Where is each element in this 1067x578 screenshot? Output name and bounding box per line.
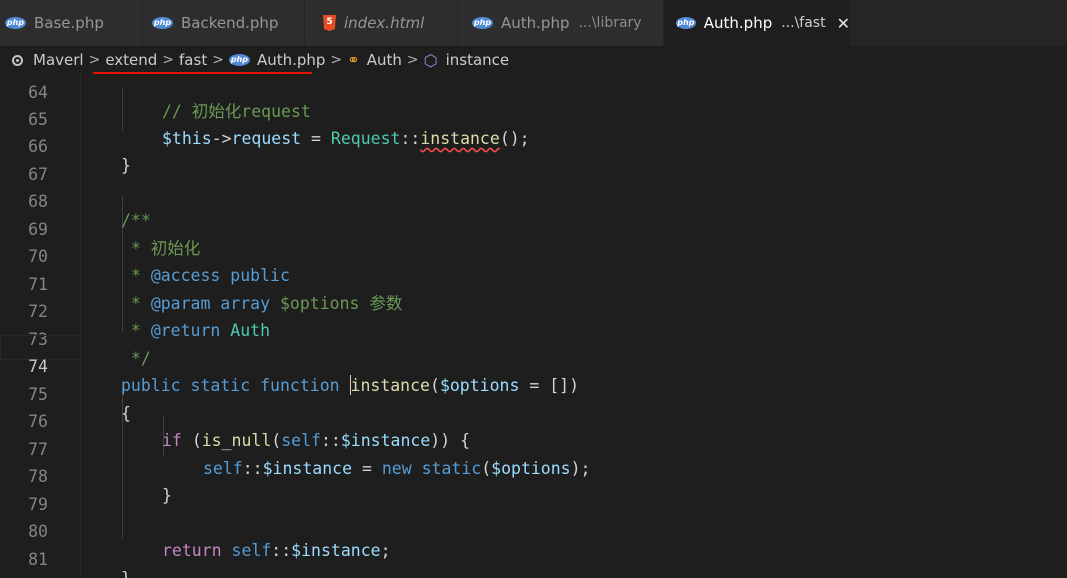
- breadcrumb-method[interactable]: ⬡ instance: [424, 51, 510, 70]
- php-icon: php: [152, 17, 173, 29]
- breadcrumb-class[interactable]: ⚭ Auth: [347, 51, 402, 69]
- tab-label: Auth.php: [703, 14, 773, 32]
- tab-index-html[interactable]: 5 index.html: [305, 0, 458, 46]
- breadcrumb-fast[interactable]: fast: [179, 51, 207, 69]
- tab-auth-php-library[interactable]: php Auth.php ...\library: [458, 0, 664, 46]
- code-line: 80 return self::$instance;: [0, 499, 1067, 560]
- code-line: 78 }: [0, 444, 1067, 505]
- breadcrumb-method-label: instance: [445, 51, 510, 69]
- php-icon: php: [676, 17, 696, 29]
- breadcrumb-class-label: Auth: [366, 51, 402, 69]
- tab-auth-php-fast[interactable]: php Auth.php ...\fast ✕: [664, 0, 851, 46]
- code-line: 82: [0, 554, 1067, 578]
- breadcrumb-root[interactable]: Maverl: [33, 51, 84, 69]
- breadcrumb-file[interactable]: php Auth.php: [228, 51, 326, 69]
- breadcrumb-file-label: Auth.php: [256, 51, 326, 69]
- chevron-right-icon: >: [406, 52, 419, 68]
- code-line: 73 */: [0, 307, 1067, 368]
- tab-backend-php[interactable]: php Backend.php: [143, 0, 305, 46]
- line-number: 82: [8, 573, 48, 578]
- circle-dot-icon: [12, 54, 23, 66]
- code-line: 67: [0, 142, 1067, 184]
- html5-icon: 5: [323, 15, 336, 31]
- chevron-right-icon: >: [88, 52, 101, 68]
- chevron-right-icon: >: [162, 52, 175, 68]
- tab-path: ...\library: [578, 15, 642, 31]
- tab-path: ...\fast: [781, 15, 826, 31]
- code-line: 69 * 初始化: [0, 197, 1067, 258]
- code-line-current: 74 public static function instance($opti…: [0, 334, 1067, 395]
- tab-bar: php Base.php php Backend.php 5 index.htm…: [0, 0, 1067, 46]
- breadcrumb: Maverl > extend > fast > php Auth.php > …: [0, 46, 1067, 74]
- chevron-right-icon: >: [212, 52, 224, 68]
- close-icon[interactable]: ✕: [837, 14, 850, 33]
- tab-label: Backend.php: [181, 14, 279, 32]
- code-line: 77 self::$instance = new static($options…: [0, 417, 1067, 478]
- code-line: 65 $this->request = Request::instance();: [0, 87, 1067, 148]
- code-line: 71 * @param array $options 参数: [0, 252, 1067, 313]
- code-line: 79: [0, 472, 1067, 514]
- chevron-right-icon: >: [330, 52, 343, 68]
- class-icon: ⚭: [347, 51, 360, 69]
- tab-label: index.html: [344, 14, 425, 32]
- tab-spacer: [0, 0, 162, 46]
- php-icon: php: [228, 54, 250, 66]
- cube-icon: ⬡: [423, 50, 438, 70]
- code-line: 70 * @access public: [0, 224, 1067, 285]
- code-editor[interactable]: 64 // 初始化request 65 $this->request = Req…: [0, 74, 1067, 578]
- code-line: 81 }: [0, 527, 1067, 578]
- php-icon: php: [472, 17, 493, 29]
- code-line: 66 }: [0, 114, 1067, 175]
- code-line: 76 if (is_null(self::$instance)) {: [0, 389, 1067, 450]
- tab-label: Auth.php: [501, 14, 570, 32]
- code-line: 72 * @return Auth: [0, 279, 1067, 340]
- breadcrumb-extend[interactable]: extend: [105, 51, 157, 69]
- code-line: 64 // 初始化request: [0, 74, 1067, 121]
- code-line: 75 {: [0, 362, 1067, 423]
- code-line: 68 /**: [0, 169, 1067, 230]
